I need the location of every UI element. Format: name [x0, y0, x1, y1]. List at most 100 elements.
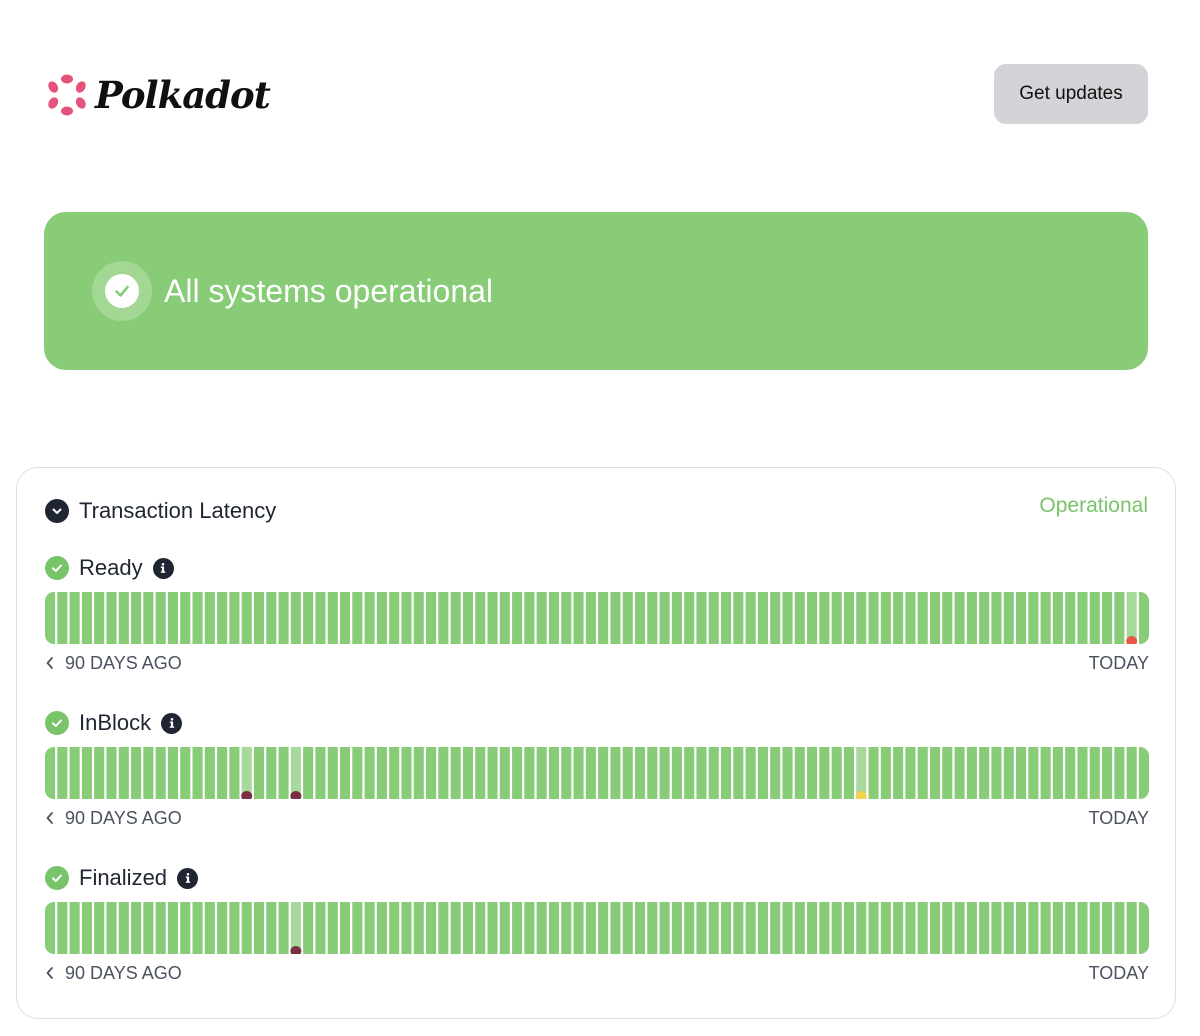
day-bar[interactable]: [831, 592, 842, 644]
day-bar[interactable]: [204, 592, 215, 644]
day-bar[interactable]: [204, 747, 215, 799]
day-bar[interactable]: [733, 902, 744, 954]
day-bar[interactable]: [266, 747, 277, 799]
day-bar[interactable]: [1138, 747, 1149, 799]
day-bar[interactable]: [253, 747, 265, 799]
day-bar[interactable]: [819, 592, 830, 644]
day-bar[interactable]: [131, 747, 142, 799]
day-bar[interactable]: [659, 747, 670, 799]
day-bar[interactable]: [81, 747, 92, 799]
day-bar[interactable]: [487, 902, 498, 954]
day-bar[interactable]: [880, 592, 891, 644]
day-bar[interactable]: [868, 747, 879, 799]
day-bar[interactable]: [475, 592, 486, 644]
day-bar[interactable]: [303, 592, 314, 644]
day-bar[interactable]: [843, 592, 855, 644]
day-bar[interactable]: [819, 747, 830, 799]
day-bar[interactable]: [118, 902, 129, 954]
day-bar[interactable]: [757, 592, 768, 644]
day-bar[interactable]: [659, 902, 670, 954]
day-bar[interactable]: [376, 592, 387, 644]
day-bar[interactable]: [966, 747, 977, 799]
day-bar[interactable]: [598, 902, 609, 954]
day-bar[interactable]: [979, 592, 990, 644]
day-bar[interactable]: [475, 902, 486, 954]
day-bar[interactable]: [757, 747, 768, 799]
day-bar[interactable]: [991, 592, 1002, 644]
day-bar[interactable]: [266, 902, 277, 954]
day-bar[interactable]: [610, 902, 621, 954]
day-bar[interactable]: [69, 747, 80, 799]
day-bar[interactable]: [118, 747, 129, 799]
day-bar[interactable]: [671, 592, 682, 644]
day-bar[interactable]: [647, 592, 658, 644]
day-bar[interactable]: [438, 902, 449, 954]
day-bar[interactable]: [1028, 747, 1039, 799]
day-bar[interactable]: [561, 592, 572, 644]
info-icon[interactable]: [152, 557, 174, 579]
day-bar[interactable]: [733, 747, 744, 799]
day-bar[interactable]: [548, 592, 560, 644]
day-bar[interactable]: [327, 902, 338, 954]
day-bar[interactable]: [155, 902, 166, 954]
day-bar[interactable]: [634, 902, 646, 954]
day-bar[interactable]: [671, 902, 682, 954]
day-bar[interactable]: [585, 747, 596, 799]
day-bar[interactable]: [647, 902, 658, 954]
day-bar[interactable]: [929, 902, 941, 954]
day-bar[interactable]: [1028, 902, 1039, 954]
day-bar[interactable]: [475, 747, 486, 799]
day-bar[interactable]: [991, 902, 1002, 954]
day-bar[interactable]: [426, 747, 437, 799]
day-bar[interactable]: [524, 902, 535, 954]
get-updates-button[interactable]: Get updates: [994, 64, 1148, 124]
day-bar[interactable]: [253, 592, 265, 644]
day-bar[interactable]: [721, 747, 732, 799]
day-bar[interactable]: [192, 747, 203, 799]
day-bar[interactable]: [487, 592, 498, 644]
day-bar[interactable]: [229, 902, 240, 954]
day-bar[interactable]: [536, 592, 547, 644]
day-bar[interactable]: [856, 592, 867, 644]
day-bar[interactable]: [1089, 747, 1100, 799]
day-bar[interactable]: [1089, 902, 1100, 954]
day-bar[interactable]: [327, 747, 338, 799]
day-bar[interactable]: [376, 902, 387, 954]
day-bar[interactable]: [167, 747, 178, 799]
day-bar[interactable]: [389, 747, 400, 799]
day-bar[interactable]: [278, 902, 289, 954]
day-bar[interactable]: [1077, 592, 1088, 644]
day-bar[interactable]: [991, 747, 1002, 799]
day-bar[interactable]: [1016, 592, 1027, 644]
day-bar[interactable]: [745, 592, 756, 644]
day-bar[interactable]: [45, 902, 56, 954]
day-bar[interactable]: [782, 747, 793, 799]
day-bar[interactable]: [106, 747, 117, 799]
day-bar[interactable]: [167, 592, 178, 644]
day-bar[interactable]: [807, 747, 818, 799]
day-bar[interactable]: [462, 902, 473, 954]
day-bar[interactable]: [57, 592, 68, 644]
day-bar[interactable]: [831, 902, 842, 954]
day-bar[interactable]: [696, 592, 707, 644]
day-bar[interactable]: [499, 902, 510, 954]
day-bar[interactable]: [708, 902, 719, 954]
day-bar[interactable]: [499, 592, 510, 644]
day-bar[interactable]: [1028, 592, 1039, 644]
day-bar[interactable]: [1077, 902, 1088, 954]
day-bar[interactable]: [880, 747, 891, 799]
day-bar[interactable]: [573, 902, 584, 954]
day-bar[interactable]: [426, 592, 437, 644]
day-bar[interactable]: [905, 902, 916, 954]
day-bar[interactable]: [561, 747, 572, 799]
day-bar[interactable]: [1016, 747, 1027, 799]
day-bar[interactable]: [954, 902, 965, 954]
day-bar[interactable]: [450, 747, 461, 799]
day-bar[interactable]: [1089, 592, 1100, 644]
day-bar[interactable]: [585, 902, 596, 954]
day-bar[interactable]: [69, 592, 80, 644]
day-bar[interactable]: [942, 902, 953, 954]
day-bar[interactable]: [1003, 592, 1014, 644]
day-bar[interactable]: [721, 592, 732, 644]
day-bar[interactable]: [413, 747, 424, 799]
